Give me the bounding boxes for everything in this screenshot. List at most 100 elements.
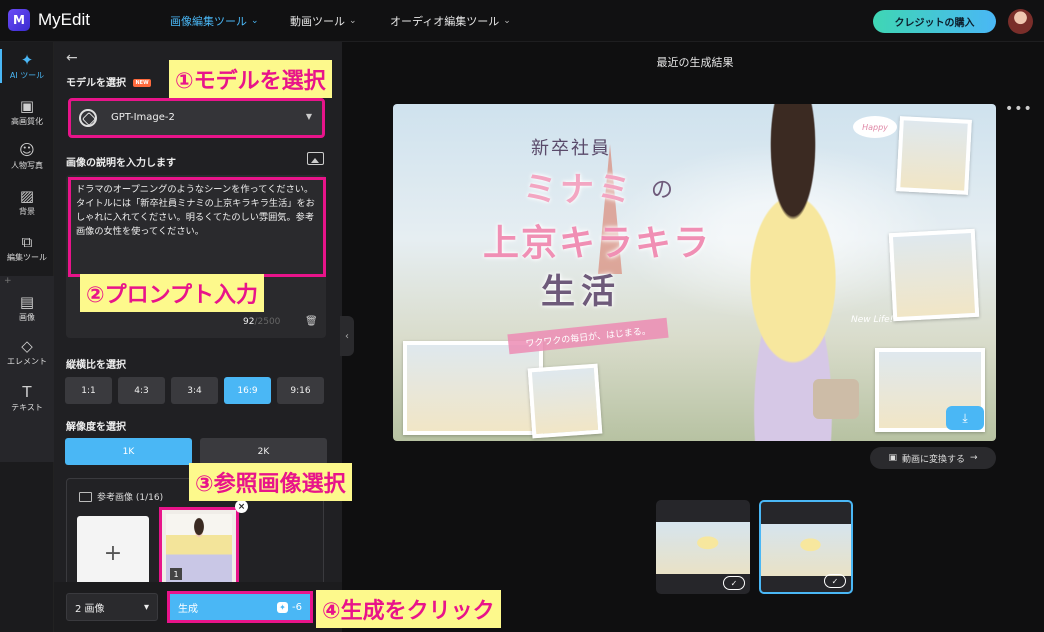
rail-item-label: テキスト: [11, 403, 43, 412]
model-select[interactable]: GPT-Image-2 ▼: [68, 98, 325, 138]
collage-photo: [527, 363, 603, 439]
generated-result-image[interactable]: Happy New Life! 新卒社員 ミナミ の 上京キラキラ 生活 ワクワ…: [393, 104, 996, 441]
add-reference-button[interactable]: +: [77, 516, 149, 591]
collage-photo: [403, 341, 543, 435]
chevron-down-icon: ⌄: [349, 16, 357, 26]
rail-item-edit-tools[interactable]: ⧉ 編集ツール: [0, 234, 54, 263]
happy-tag: Happy: [853, 116, 897, 138]
rail-item-label: 人物写真: [11, 161, 43, 170]
model-label: モデルを選択 NEW: [66, 74, 151, 89]
video-convert-icon: ▣: [888, 453, 897, 463]
reference-title: 参考画像 (1/16): [79, 490, 163, 503]
chevron-down-icon: ⌄: [251, 16, 259, 26]
image-to-prompt-icon[interactable]: [307, 152, 324, 165]
text-icon: T: [22, 383, 32, 401]
caret-down-icon: ▾: [143, 601, 149, 613]
ratio-label: 縦横比を選択: [66, 360, 126, 371]
rail-item-portrait[interactable]: ☺ 人物写真: [0, 142, 54, 171]
thumbnail-image: [656, 522, 750, 574]
remove-reference-close-icon[interactable]: ×: [235, 500, 248, 513]
reference-thumbnail[interactable]: 1: [159, 507, 239, 589]
new-life-tag: New Life!: [851, 315, 894, 325]
nav-video-tools-label: 動画ツール: [290, 15, 345, 28]
annotation-step-2: ②プロンプト入力: [80, 274, 264, 312]
nav-audio-tools[interactable]: オーディオ編集ツール ⌄: [390, 13, 511, 29]
rail-item-label: 画像: [19, 313, 35, 322]
convert-to-video-button[interactable]: ▣ 動画に変換する →: [870, 447, 996, 469]
collapse-panel-chevron-left-icon[interactable]: ‹: [340, 316, 354, 356]
ratio-options: 1:1 4:3 3:4 16:9 9:16: [65, 377, 324, 404]
ratio-button-4-3[interactable]: 4:3: [118, 377, 165, 404]
model-value: GPT-Image-2: [111, 112, 175, 123]
collage-photo: [896, 116, 972, 195]
handbag-shape: [813, 379, 859, 419]
more-options-icon[interactable]: •••: [1005, 101, 1033, 117]
hero-title-part1: ミナミ: [523, 170, 634, 210]
back-arrow-icon[interactable]: ←: [66, 50, 78, 66]
nav-video-tools[interactable]: 動画ツール ⌄: [290, 13, 357, 29]
resolution-label: 解像度を選択: [66, 422, 126, 433]
rail-item-image[interactable]: ▤ 画像: [0, 294, 54, 323]
ratio-button-3-4[interactable]: 3:4: [171, 377, 218, 404]
reference-label: 参考画像 (1/16): [97, 493, 164, 503]
rail-item-label: 高画質化: [11, 117, 43, 126]
user-avatar[interactable]: [1008, 9, 1033, 34]
rail-item-label: エレメント: [7, 357, 47, 366]
rail-item-text[interactable]: T テキスト: [0, 384, 54, 413]
generate-cost-value: -6: [292, 601, 302, 613]
collage-photo: [888, 228, 980, 322]
generate-label: 生成: [178, 603, 198, 615]
rail-item-label: AI ツール: [9, 71, 45, 80]
generate-button[interactable]: 生成 ✦ -6: [167, 591, 313, 623]
resolution-button-1k[interactable]: 1K: [65, 438, 192, 465]
magic-wand-icon: ✦: [20, 51, 34, 69]
rail-item-ai-tools[interactable]: ✦ AI ツール: [0, 52, 54, 81]
convert-to-video-label: 動画に変換する: [901, 454, 965, 465]
result-thumbnail-2[interactable]: ✓: [759, 500, 853, 594]
resolution-options: 1K 2K: [65, 438, 327, 465]
nav-audio-tools-label: オーディオ編集ツール: [390, 15, 500, 28]
ratio-button-9-16[interactable]: 9:16: [277, 377, 324, 404]
left-rail: ✦ AI ツール ▣ 高画質化 ☺ 人物写真 ▨ 背景 ⧉ 編集ツール + ▤ …: [0, 42, 54, 632]
app-logo[interactable]: M MyEdit: [8, 9, 90, 31]
generate-bar: 2 画像 ▾ 生成 ✦ -6: [54, 582, 342, 632]
image-count-select[interactable]: 2 画像 ▾: [66, 593, 158, 621]
credit-gem-icon: ✦: [277, 601, 289, 613]
thumbnail-image: [761, 524, 851, 576]
annotation-step-4: ④生成をクリック: [316, 590, 501, 628]
edit-tools-icon: ⧉: [21, 233, 33, 251]
enhance-icon: ▣: [19, 97, 35, 115]
portrait-icon: ☺: [19, 141, 35, 159]
nav-image-tools[interactable]: 画像編集ツール ⌄: [170, 13, 259, 29]
result-thumbnail-1[interactable]: ✓: [656, 500, 750, 594]
rail-item-enhance[interactable]: ▣ 高画質化: [0, 98, 54, 127]
rail-item-element[interactable]: ◇ エレメント: [0, 338, 54, 367]
prompt-text[interactable]: ドラマのオープニングのようなシーンを作ってください。タイトルには「新卒社員ミナミ…: [68, 177, 326, 277]
cloud-saved-icon: ✓: [723, 576, 745, 590]
download-button[interactable]: ⤓: [946, 406, 984, 430]
ratio-button-1-1[interactable]: 1:1: [65, 377, 112, 404]
hero-title-part2: 上京キラキラ: [483, 223, 712, 264]
rail-item-background[interactable]: ▨ 背景: [0, 188, 54, 217]
resolution-button-2k[interactable]: 2K: [200, 438, 327, 465]
buy-credits-button[interactable]: クレジットの購入: [873, 10, 996, 33]
rail-item-label: 編集ツール: [7, 253, 47, 262]
prompt-count-max: /2500: [254, 317, 281, 327]
arrow-right-icon: →: [969, 453, 978, 463]
rail-item-label: 背景: [19, 207, 35, 216]
trash-icon[interactable]: 🗑: [305, 316, 318, 327]
image-icon: [79, 491, 92, 502]
ratio-button-16-9[interactable]: 16:9: [224, 377, 271, 404]
settings-panel: ← モデルを選択 NEW GPT-Image-2 ▼ 画像の説明を入力します ド…: [54, 42, 342, 632]
prompt-label: 画像の説明を入力します: [66, 158, 176, 169]
rail-plus[interactable]: +: [4, 276, 12, 286]
image-count-value: 2 画像: [75, 603, 105, 615]
image-icon: ▤: [19, 293, 35, 311]
annotation-step-1: ①モデルを選択: [169, 60, 332, 98]
hero-subtitle: 新卒社員: [531, 138, 611, 159]
caret-down-icon: ▼: [305, 112, 312, 121]
chevron-down-icon: ⌄: [503, 16, 511, 26]
cloud-saved-icon: ✓: [824, 574, 846, 588]
hero-title-part3: 生活: [541, 272, 621, 312]
nav-image-tools-label: 画像編集ツール: [170, 15, 247, 28]
